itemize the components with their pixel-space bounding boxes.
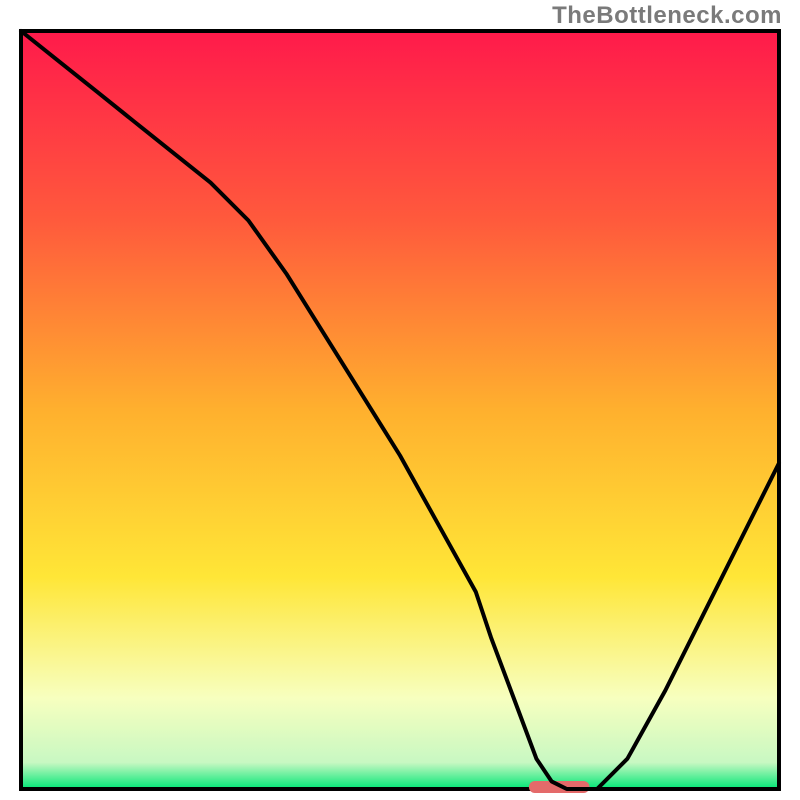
plot-background — [21, 31, 779, 789]
chart-stage: TheBottleneck.com — [0, 0, 800, 800]
chart-svg — [0, 0, 800, 800]
